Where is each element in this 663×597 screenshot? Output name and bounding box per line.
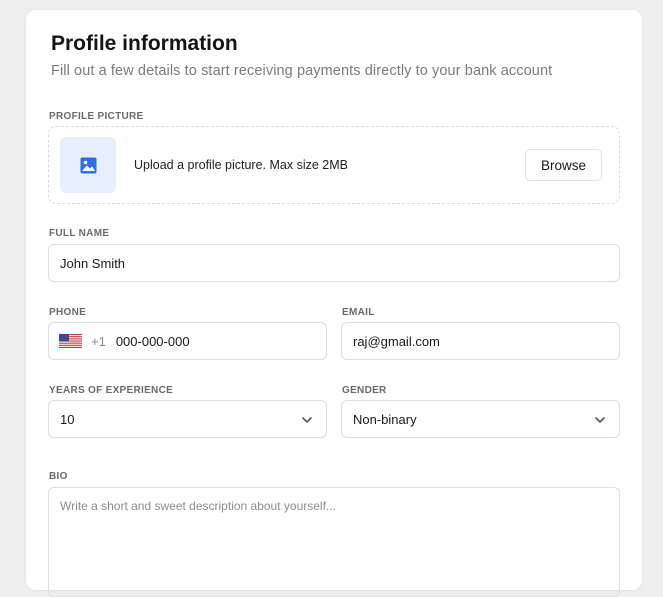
full-name-value: John Smith (60, 255, 126, 271)
phone-label: PHONE (49, 307, 87, 318)
profile-card: Profile information Fill out a few detai… (26, 10, 642, 597)
gender-select[interactable]: Non-binary (341, 400, 620, 438)
bio-placeholder: Write a short and sweet description abou… (60, 499, 336, 513)
page-subtitle: Fill out a few details to start receivin… (51, 63, 553, 79)
browse-button[interactable]: Browse (525, 149, 602, 181)
full-name-label: FULL NAME (49, 228, 110, 239)
email-value: raj@gmail.com (353, 333, 440, 349)
upload-hint: Upload a profile picture. Max size 2MB (134, 158, 348, 172)
phone-value: 000-000-000 (115, 333, 190, 349)
us-flag-icon[interactable] (59, 334, 82, 348)
experience-label: YEARS OF EXPERIENCE (49, 385, 174, 396)
email-input[interactable]: raj@gmail.com (341, 322, 620, 360)
bio-textarea[interactable]: Write a short and sweet description abou… (48, 487, 620, 597)
full-name-input[interactable]: John Smith (48, 244, 620, 282)
experience-select[interactable]: 10 (48, 400, 327, 438)
bio-label: BIO (49, 471, 68, 482)
chevron-down-icon (595, 417, 605, 423)
email-label: EMAIL (342, 307, 375, 318)
experience-value: 10 (60, 411, 75, 427)
profile-picture-dropzone[interactable]: Upload a profile picture. Max size 2MB B… (48, 126, 620, 204)
gender-value: Non-binary (353, 411, 417, 427)
chevron-down-icon (302, 417, 312, 423)
image-icon (80, 157, 96, 173)
profile-picture-placeholder[interactable] (60, 137, 116, 193)
phone-input[interactable]: +1 000-000-000 (48, 322, 327, 360)
profile-picture-label: PROFILE PICTURE (49, 111, 144, 122)
gender-label: GENDER (342, 385, 387, 396)
page-title: Profile information (51, 32, 238, 55)
country-code[interactable]: +1 (91, 334, 106, 349)
